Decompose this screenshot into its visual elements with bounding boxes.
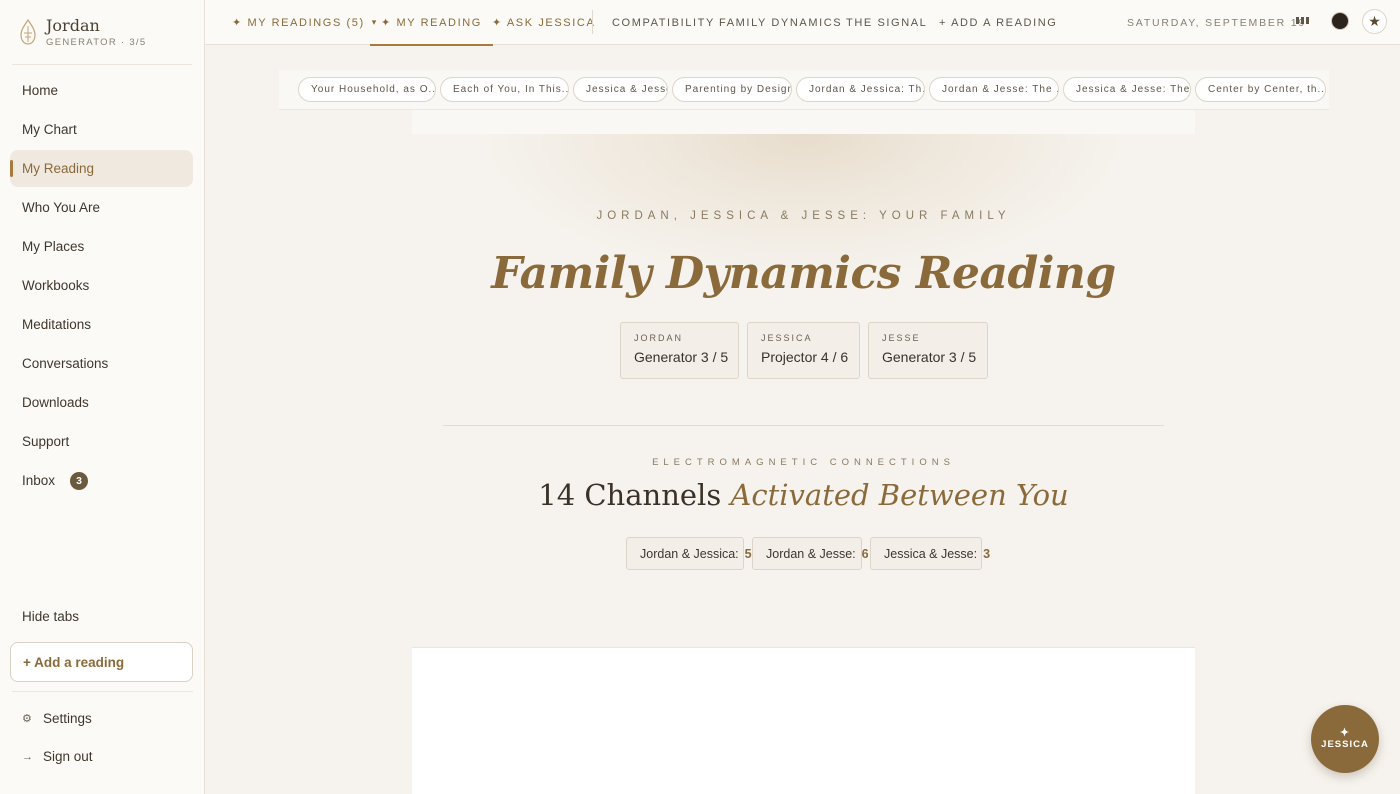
sidebar-item-home[interactable]: Home bbox=[10, 72, 193, 109]
sidebar-item-label: Workbooks bbox=[22, 278, 90, 293]
sidebar-item-downloads[interactable]: Downloads bbox=[10, 384, 193, 421]
settings-label: Settings bbox=[43, 711, 92, 726]
ask-jessica-fab[interactable]: ✦ JESSICA bbox=[1311, 705, 1379, 773]
channels-heading: 14 Channels Activated Between You bbox=[412, 478, 1195, 512]
pair-chip-jordan-jesse: Jordan & Jesse: 6 bbox=[752, 537, 869, 570]
sidebar-item-label: My Chart bbox=[22, 122, 77, 137]
nav-my-reading[interactable]: ✦ MY READING bbox=[370, 0, 493, 46]
pair-value: 5 bbox=[744, 546, 752, 561]
next-section-card bbox=[412, 647, 1195, 794]
sidebar-item-label: Home bbox=[22, 83, 59, 98]
pair-label: Jessica & Jesse: bbox=[884, 546, 978, 561]
reading-tab[interactable]: Center by Center, th... bbox=[1195, 77, 1326, 102]
card-header-strip bbox=[412, 110, 1195, 134]
sidebar-divider bbox=[12, 691, 193, 692]
sparkle-icon: ✦ bbox=[1339, 727, 1351, 739]
sidebar-item-workbooks[interactable]: Workbooks bbox=[10, 267, 193, 304]
nav-add-reading[interactable]: + ADD A READING bbox=[939, 0, 1057, 45]
sidebar-item-who-you-are[interactable]: Who You Are bbox=[10, 189, 193, 226]
nav-separator bbox=[592, 10, 593, 34]
pair-chip-jessica-jesse: Jessica & Jesse: 3 bbox=[870, 537, 990, 570]
sidebar-item-label: Inbox bbox=[22, 473, 56, 488]
layout-toggle-icon[interactable] bbox=[1296, 17, 1310, 25]
sidebar-item-label: Support bbox=[22, 434, 70, 449]
reading-tab[interactable]: Parenting by Design bbox=[672, 77, 792, 102]
channels-count: 14 Channels bbox=[538, 478, 722, 512]
brand-subtitle: GENERATOR · 3/5 bbox=[46, 36, 147, 48]
person-type: Generator 3 / 5 bbox=[882, 349, 977, 365]
inbox-count-badge: 3 bbox=[70, 471, 89, 490]
sidebar-item-meditations[interactable]: Meditations bbox=[10, 306, 193, 343]
channels-heading-rest: Activated Between You bbox=[730, 478, 1069, 512]
reading-tab[interactable]: Jordan & Jesse: The ... bbox=[929, 77, 1059, 102]
reading-tabs: Your Household, as O... Each of You, In … bbox=[279, 70, 1329, 110]
sidebar-item-label: Conversations bbox=[22, 356, 109, 371]
person-type: Projector 4 / 6 bbox=[761, 349, 849, 365]
star-icon[interactable]: ★ bbox=[1362, 9, 1387, 34]
hide-tabs-link[interactable]: Hide tabs bbox=[22, 609, 79, 624]
nav-compatibility[interactable]: COMPATIBILITY bbox=[612, 0, 715, 45]
gear-icon: ⚙ bbox=[22, 713, 32, 725]
pair-label: Jordan & Jessica: bbox=[640, 546, 739, 561]
reading-tab[interactable]: Your Household, as O... bbox=[298, 77, 436, 102]
sidebar-item-label: My Reading bbox=[22, 161, 95, 176]
sidebar-item-conversations[interactable]: Conversations bbox=[10, 345, 193, 382]
sidebar-item-support[interactable]: Support bbox=[10, 423, 193, 460]
person-type: Generator 3 / 5 bbox=[634, 349, 729, 365]
nav-ask-jessica[interactable]: ✦ ASK JESSICA bbox=[492, 0, 595, 45]
nav-my-readings-label: ✦ MY READINGS (5) bbox=[232, 17, 365, 29]
reading-tab[interactable]: Each of You, In This... bbox=[440, 77, 569, 102]
brand-logo-icon bbox=[20, 18, 36, 45]
sidebar-item-label: My Places bbox=[22, 239, 85, 254]
person-name: JORDAN bbox=[634, 333, 684, 343]
current-date: SATURDAY, SEPTEMBER 19 bbox=[1127, 16, 1307, 29]
reading-kicker: JORDAN, JESSICA & JESSE: YOUR FAMILY bbox=[596, 210, 1011, 222]
pair-label: Jordan & Jesse: bbox=[766, 546, 856, 561]
connections-kicker: ELECTROMAGNETIC CONNECTIONS bbox=[652, 457, 955, 468]
reading-tab[interactable]: Jessica & Jesse: The... bbox=[1063, 77, 1191, 102]
brand-name: Jordan bbox=[46, 15, 100, 35]
sidebar-item-inbox[interactable]: Inbox 3 bbox=[10, 462, 193, 499]
arrow-right-icon: → bbox=[22, 750, 33, 763]
person-name: JESSE bbox=[882, 333, 921, 343]
sidebar-nav: Home My Chart My Reading Who You Are My … bbox=[10, 72, 193, 501]
settings-link[interactable]: ⚙ Settings bbox=[22, 711, 92, 726]
sidebar-item-my-chart[interactable]: My Chart bbox=[10, 111, 193, 148]
sidebar-item-label: Who You Are bbox=[22, 200, 101, 215]
page-title: Family Dynamics Reading bbox=[491, 248, 1116, 299]
nav-family-dynamics[interactable]: FAMILY DYNAMICS bbox=[719, 0, 842, 45]
chevron-down-icon: ▾ bbox=[371, 17, 378, 27]
pair-value: 3 bbox=[983, 546, 991, 561]
sidebar-item-label: Downloads bbox=[22, 395, 89, 410]
person-card-jessica: JESSICA Projector 4 / 6 bbox=[747, 322, 860, 379]
top-bar: ✦ MY READINGS (5) ▾ ✦ MY READING ✦ ASK JE… bbox=[205, 0, 1400, 46]
reading-tab[interactable]: Jessica & Jesse bbox=[573, 77, 668, 102]
sidebar-item-label: Meditations bbox=[22, 317, 92, 332]
sign-out-link[interactable]: → Sign out bbox=[22, 749, 93, 764]
sign-out-label: Sign out bbox=[43, 749, 93, 764]
person-card-jordan: JORDAN Generator 3 / 5 bbox=[620, 322, 739, 379]
section-divider bbox=[443, 425, 1164, 426]
nav-my-readings[interactable]: ✦ MY READINGS (5) ▾ bbox=[232, 0, 378, 45]
sidebar-item-my-reading[interactable]: My Reading bbox=[10, 150, 193, 187]
sidebar-item-my-places[interactable]: My Places bbox=[10, 228, 193, 265]
fab-label: JESSICA bbox=[1321, 739, 1369, 750]
pair-value: 6 bbox=[861, 546, 869, 561]
brand[interactable]: Jordan GENERATOR · 3/5 bbox=[12, 0, 192, 65]
add-reading-button[interactable]: + Add a reading bbox=[10, 642, 193, 682]
theme-toggle-icon[interactable] bbox=[1331, 12, 1349, 30]
person-name: JESSICA bbox=[761, 333, 813, 343]
nav-the-signal[interactable]: THE SIGNAL bbox=[846, 0, 927, 45]
person-card-jesse: JESSE Generator 3 / 5 bbox=[868, 322, 988, 379]
reading-tab[interactable]: Jordan & Jessica: Th... bbox=[796, 77, 925, 102]
pair-chip-jordan-jessica: Jordan & Jessica: 5 bbox=[626, 537, 752, 570]
sidebar: Jordan GENERATOR · 3/5 Home My Chart My … bbox=[0, 0, 205, 794]
